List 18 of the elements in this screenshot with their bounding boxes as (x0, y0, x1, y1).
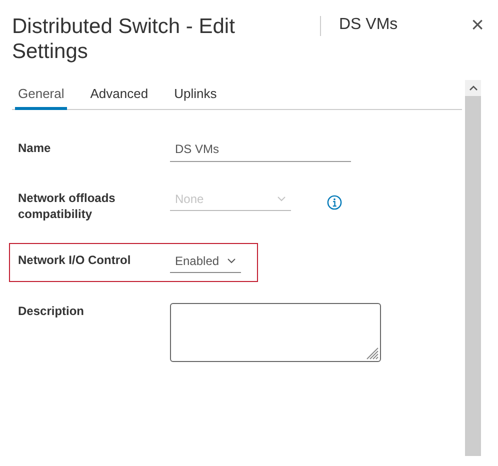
dropdown[interactable]: Enabled (170, 252, 242, 273)
chevron-up-icon[interactable] (468, 85, 478, 91)
dialog-title: Distributed Switch - Edit Settings (12, 14, 236, 64)
field-label: Network offloads compatibility (18, 190, 116, 222)
name-field[interactable]: DS VMs (170, 140, 351, 162)
chevron-down-icon (277, 196, 286, 202)
description-field[interactable] (170, 303, 381, 362)
chevron-down-icon (227, 258, 236, 264)
tab[interactable]: Uplinks (171, 80, 220, 110)
tab[interactable]: Advanced (87, 80, 152, 110)
dialog-subtitle: DS VMs (339, 15, 399, 35)
field-label: Description (18, 303, 86, 319)
resize-handle-icon (365, 346, 379, 360)
close-button[interactable]: × (471, 14, 484, 36)
scrollbar[interactable] (465, 80, 481, 456)
tab[interactable]: General (15, 80, 68, 110)
field-label: Network I/O Control (18, 252, 132, 268)
field-label: Name (18, 140, 52, 156)
